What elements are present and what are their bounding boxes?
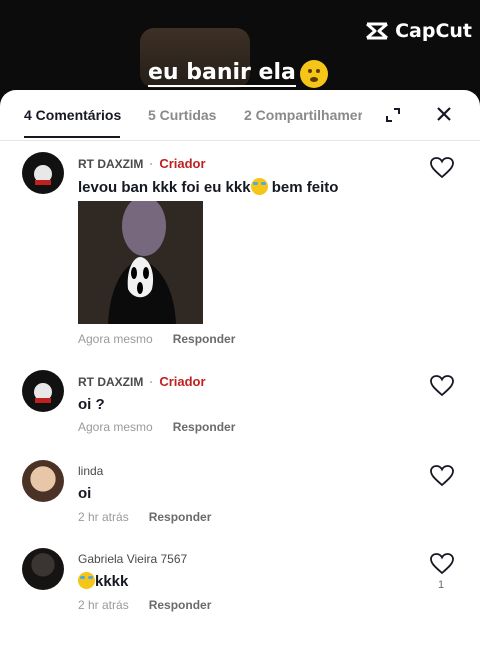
capcut-watermark: CapCut [365,20,472,42]
heart-icon[interactable] [430,553,454,575]
avatar[interactable] [22,370,64,412]
username-text[interactable]: RT DAXZIM [78,375,143,389]
laughing-tears-icon [78,572,95,589]
comment-text: levou ban kkk foi eu kkk bem feito [78,178,339,196]
reply-button[interactable]: Responder [173,332,236,346]
reply-button[interactable]: Responder [149,598,212,612]
comment-username[interactable]: RT DAXZIM · Criador [78,156,206,171]
like-count: 1 [438,579,445,591]
reply-button[interactable]: Responder [149,510,212,524]
caption-text: eu banir ela [148,60,296,87]
comment-time: 2 hr atrás [78,598,129,612]
comment-meta: Agora mesmo Responder [78,332,235,346]
video-caption: eu banir ela [148,60,328,88]
tab-bar: 4 Comentários 5 Curtidas 2 Compartilhame… [0,90,480,141]
tab-likes[interactable]: 5 Curtidas [148,107,216,123]
active-tab-indicator [24,136,120,138]
comment-meta: Agora mesmo Responder [78,420,235,434]
comment-username[interactable]: RT DAXZIM · Criador [78,374,206,389]
comment-image[interactable] [78,201,203,324]
comment-time: Agora mesmo [78,332,153,346]
comment-time: Agora mesmo [78,420,153,434]
reply-button[interactable]: Responder [173,420,236,434]
comment-username[interactable]: Gabriela Vieira 7567 [78,552,187,566]
heart-icon[interactable] [430,465,454,487]
capcut-brand-text: CapCut [395,20,472,42]
capcut-logo-icon [365,22,389,40]
tab-shares[interactable]: 2 Compartilhamer [244,107,362,123]
heart-icon[interactable] [430,375,454,397]
comment-text: oi [78,485,92,502]
comment-text: kkkk [78,572,128,590]
comment-meta: 2 hr atrás Responder [78,598,211,612]
tab-comments[interactable]: 4 Comentários [24,107,121,123]
comments-sheet: 4 Comentários 5 Curtidas 2 Compartilhame… [0,90,480,650]
comment-meta: 2 hr atrás Responder [78,510,211,524]
shushing-face-icon [299,60,328,88]
creator-badge: Criador [159,374,206,389]
comment-username[interactable]: linda [78,464,103,478]
comment-time: 2 hr atrás [78,510,129,524]
username-text[interactable]: RT DAXZIM [78,157,143,171]
avatar[interactable] [22,460,64,502]
avatar[interactable] [22,548,64,590]
expand-icon[interactable] [384,106,402,124]
creator-badge: Criador [159,156,206,171]
comment-text: oi ? [78,396,105,413]
close-icon[interactable] [434,104,454,124]
avatar[interactable] [22,152,64,194]
heart-icon[interactable] [430,157,454,179]
laughing-tears-icon [250,178,268,195]
